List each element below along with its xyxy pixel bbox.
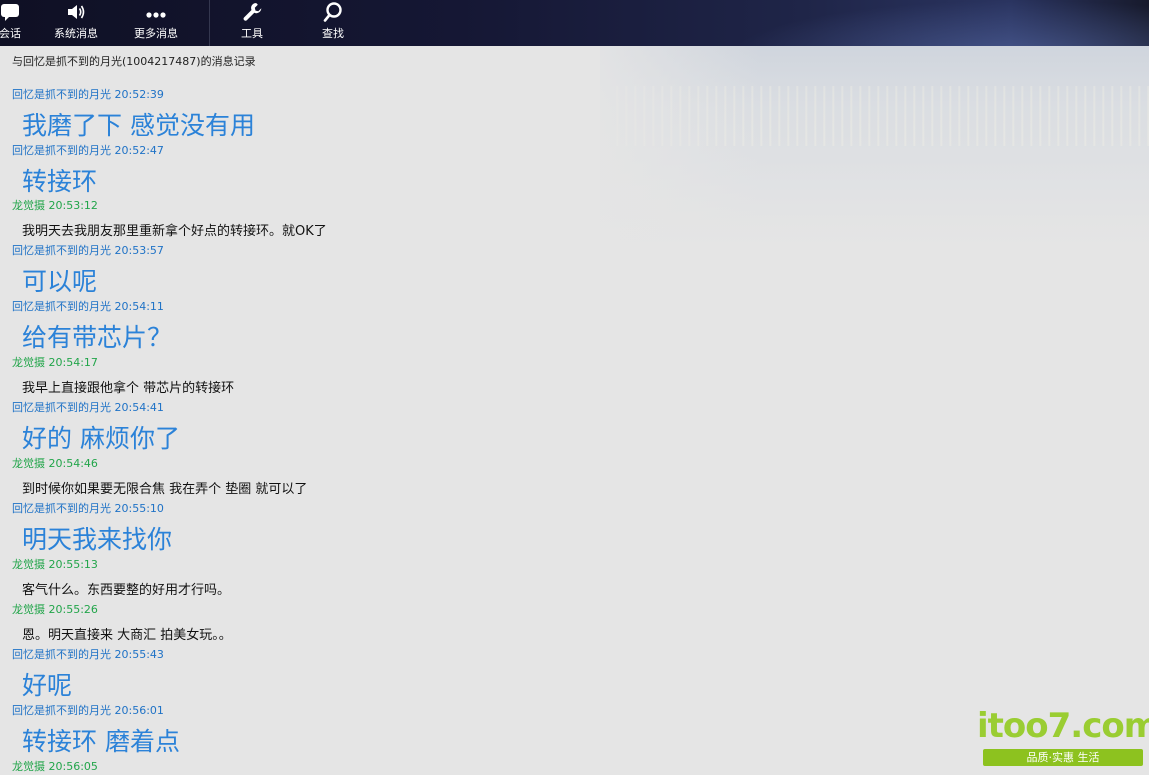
message-header: 龙觉摄 20:54:17	[12, 356, 98, 369]
toolbar: 会话 系统消息 更多消息 工具 查找	[0, 0, 1149, 46]
toolbar-divider	[209, 0, 210, 46]
toolbar-tools-button[interactable]: 工具	[234, 0, 270, 46]
message-text: 到时候你如果要无限合焦 我在弄个 垫圈 就可以了	[22, 482, 308, 497]
watermark-logo: itoo7.com	[977, 706, 1149, 746]
message-record-panel[interactable]: 与回忆是抓不到的月光(1004217487)的消息记录 回忆是抓不到的月光 20…	[0, 46, 1149, 775]
message-text: 明天我来找你	[22, 525, 173, 554]
more-icon	[146, 12, 166, 18]
search-icon	[323, 2, 342, 22]
message-header: 龙觉摄 20:53:12	[12, 199, 98, 212]
toolbar-tools-label: 工具	[241, 27, 263, 40]
message-text: 好呢	[22, 671, 73, 700]
message-text: 我早上直接跟他拿个 带芯片的转接环	[22, 381, 235, 396]
message-header: 回忆是抓不到的月光 20:55:10	[12, 502, 164, 515]
toolbar-more-messages-button[interactable]: 更多消息	[128, 0, 184, 46]
speaker-icon	[68, 5, 85, 19]
message-header: 龙觉摄 20:55:13	[12, 558, 98, 571]
message-header: 回忆是抓不到的月光 20:52:47	[12, 144, 164, 157]
toolbar-background	[729, 0, 1149, 46]
message-text: 我明天去我朋友那里重新拿个好点的转接环。就OK了	[22, 224, 327, 239]
toolbar-search-label: 查找	[322, 27, 344, 40]
toolbar-chat-label: 会话	[0, 27, 21, 40]
message-header: 龙觉摄 20:55:26	[12, 603, 98, 616]
message-header: 回忆是抓不到的月光 20:54:41	[12, 401, 164, 414]
site-watermark: itoo7.com 品质·实惠 生活	[977, 704, 1149, 775]
message-header: 回忆是抓不到的月光 20:53:57	[12, 244, 164, 257]
toolbar-search-button[interactable]: 查找	[315, 0, 351, 46]
message-text: 转接环 磨着点	[22, 727, 180, 756]
message-text: 可以呢	[22, 267, 98, 296]
message-text: 恩。明天直接来 大商汇 拍美女玩。。	[22, 628, 232, 643]
message-header: 回忆是抓不到的月光 20:55:43	[12, 648, 164, 661]
message-text: 好的 麻烦你了	[22, 424, 180, 453]
toolbar-more-messages-label: 更多消息	[134, 27, 178, 40]
message-header: 龙觉摄 20:54:46	[12, 457, 98, 470]
message-list: 回忆是抓不到的月光 20:52:39 我磨了下 感觉没有用 回忆是抓不到的月光 …	[0, 46, 1149, 775]
message-text: 给有带芯片？	[22, 323, 173, 352]
message-header: 龙觉摄 20:56:05	[12, 760, 98, 773]
message-header: 回忆是抓不到的月光 20:52:39	[12, 88, 164, 101]
message-text: 转接环	[22, 167, 98, 196]
toolbar-chat-button[interactable]: 会话	[0, 0, 28, 46]
watermark-slogan: 品质·实惠 生活	[983, 749, 1143, 766]
message-text: 我磨了下 感觉没有用	[22, 111, 255, 140]
message-header: 回忆是抓不到的月光 20:56:01	[12, 704, 164, 717]
message-header: 回忆是抓不到的月光 20:54:11	[12, 300, 164, 313]
wrench-icon	[243, 3, 262, 21]
message-text: 客气什么。东西要整的好用才行吗。	[22, 583, 231, 598]
toolbar-system-messages-button[interactable]: 系统消息	[48, 0, 104, 46]
chat-icon	[1, 4, 19, 21]
toolbar-system-messages-label: 系统消息	[54, 27, 98, 40]
